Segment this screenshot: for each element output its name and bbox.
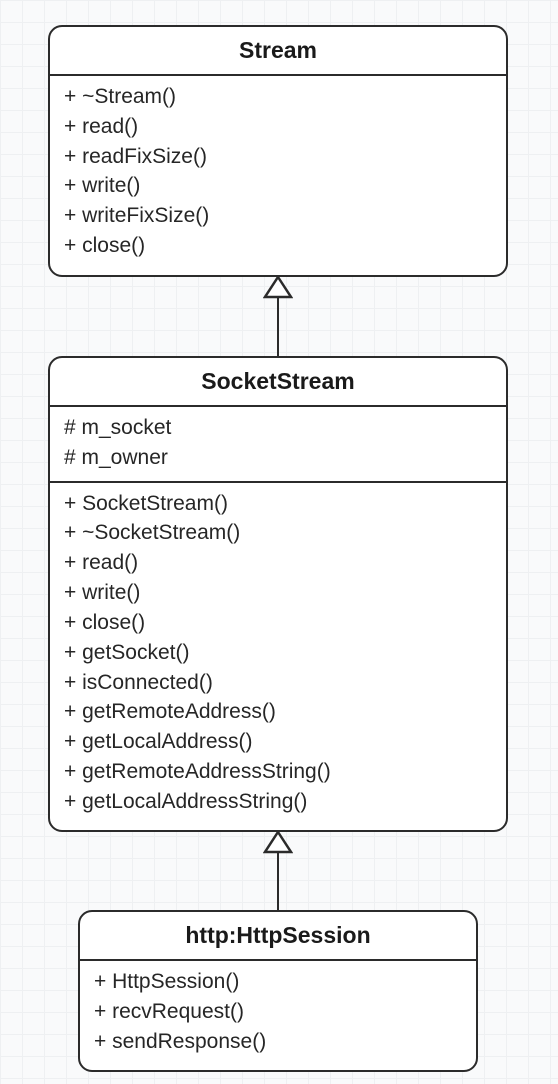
class-methods: + HttpSession()+ recvRequest()+ sendResp… <box>80 961 476 1064</box>
class-methods: + SocketStream()+ ~SocketStream()+ read(… <box>50 481 506 825</box>
class-method: + HttpSession() <box>94 967 462 997</box>
class-method: + read() <box>64 112 492 142</box>
class-method: + isConnected() <box>64 668 492 698</box>
class-title: Stream <box>50 27 506 76</box>
class-methods: + ~Stream()+ read()+ readFixSize()+ writ… <box>50 76 506 269</box>
class-attribute: # m_socket <box>64 413 492 443</box>
class-method: + getLocalAddress() <box>64 727 492 757</box>
class-method: + getRemoteAddressString() <box>64 757 492 787</box>
class-method: + close() <box>64 608 492 638</box>
class-method: + getRemoteAddress() <box>64 697 492 727</box>
class-method: + recvRequest() <box>94 997 462 1027</box>
class-stream: Stream+ ~Stream()+ read()+ readFixSize()… <box>48 25 508 277</box>
class-method: + write() <box>64 171 492 201</box>
generalization-arrowhead-icon <box>263 275 293 299</box>
class-method: + write() <box>64 578 492 608</box>
connector-line <box>277 852 280 910</box>
generalization-arrowhead-icon <box>263 830 293 854</box>
class-attribute: # m_owner <box>64 443 492 473</box>
class-method: + close() <box>64 231 492 261</box>
class-method: + ~SocketStream() <box>64 518 492 548</box>
uml-canvas: Stream+ ~Stream()+ read()+ readFixSize()… <box>0 0 558 1084</box>
class-method: + ~Stream() <box>64 82 492 112</box>
class-title: http:HttpSession <box>80 912 476 961</box>
class-httpsession: http:HttpSession+ HttpSession()+ recvReq… <box>78 910 478 1072</box>
class-method: + SocketStream() <box>64 489 492 519</box>
class-method: + readFixSize() <box>64 142 492 172</box>
class-method: + getSocket() <box>64 638 492 668</box>
class-socketstream: SocketStream# m_socket# m_owner+ SocketS… <box>48 356 508 832</box>
connector-line <box>277 297 280 356</box>
class-title: SocketStream <box>50 358 506 407</box>
class-method: + sendResponse() <box>94 1027 462 1057</box>
class-method: + writeFixSize() <box>64 201 492 231</box>
class-method: + getLocalAddressString() <box>64 787 492 817</box>
class-attributes: # m_socket# m_owner <box>50 407 506 481</box>
class-method: + read() <box>64 548 492 578</box>
